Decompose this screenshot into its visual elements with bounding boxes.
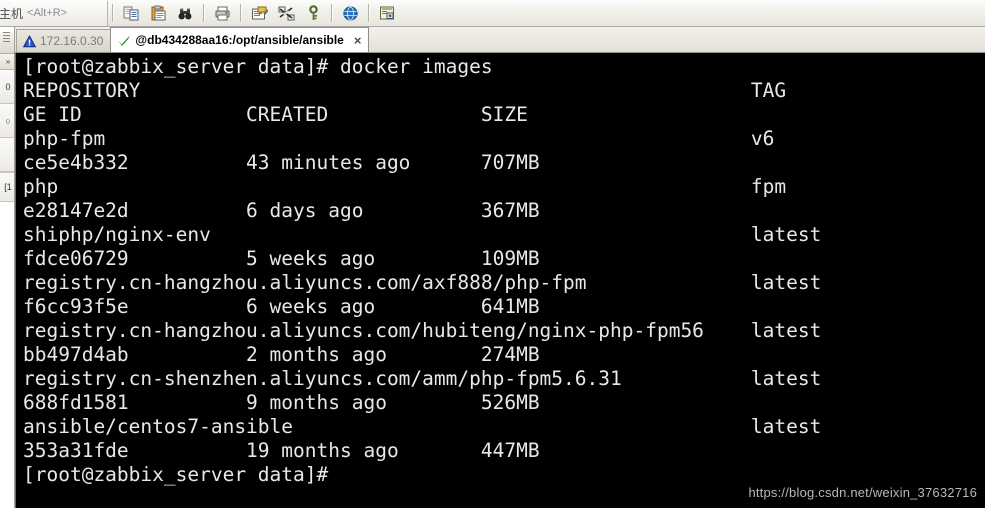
transfer-files-icon[interactable] — [274, 2, 299, 25]
log-session-icon[interactable] — [247, 2, 272, 25]
sidebar-item-command-history[interactable]: [1 — [0, 172, 14, 202]
green-check-icon — [117, 34, 131, 47]
terminal-line: shiphp/nginx-env latest — [23, 223, 822, 246]
terminal-line: GE ID CREATED SIZE — [23, 103, 528, 126]
window-layout-icon[interactable] — [375, 2, 400, 25]
sidebar-item-object-browser[interactable]: ○ — [0, 104, 14, 138]
toolbar-separator — [331, 4, 333, 22]
terminal-line: registry.cn-shenzhen.aliyuncs.com/amm/ph… — [23, 367, 822, 390]
terminal-line: f6cc93f5e 6 weeks ago 641MB — [23, 295, 540, 318]
toolbar-group-help — [337, 1, 364, 26]
paste-icon[interactable] — [146, 2, 171, 25]
print-icon[interactable] — [210, 2, 235, 25]
terminal-line: php-fpm v6 — [23, 127, 775, 150]
toolbar-separator — [112, 4, 114, 22]
terminal-line: 353a31fde 19 months ago 447MB — [23, 439, 540, 462]
main-toolbar: 主机 <Alt+R> — [0, 0, 985, 27]
toolbar-group-session — [246, 1, 327, 26]
sidebar-drag-grip[interactable] — [3, 32, 10, 43]
terminal-line: php fpm — [23, 175, 787, 198]
close-icon[interactable]: × — [354, 34, 362, 47]
terminal-line: ansible/centos7-ansible latest — [23, 415, 822, 438]
tab-db434288aa16[interactable]: @db434288aa16:/opt/ansible/ansible × — [110, 27, 370, 52]
sidebar-header — [0, 32, 14, 54]
key-icon[interactable] — [301, 2, 326, 25]
help-globe-icon[interactable] — [338, 2, 363, 25]
terminal-line: registry.cn-hangzhou.aliyuncs.com/hubite… — [23, 319, 822, 342]
toolbar-group-clipboard — [118, 1, 199, 26]
session-tab-bar: 172.16.0.30 @db434288aa16:/opt/ansible/a… — [15, 27, 985, 53]
watermark-text: https://blog.csdn.net/weixin_37632716 — [748, 485, 977, 500]
find-binoculars-icon[interactable] — [173, 2, 198, 25]
host-quick-connect[interactable]: 主机 <Alt+R> — [0, 0, 108, 26]
tab-172-16-0-30[interactable]: 172.16.0.30 — [16, 29, 112, 52]
host-shortcut-hint: <Alt+R> — [27, 7, 68, 19]
toolbar-separator — [368, 4, 370, 22]
toolbar-separator — [240, 4, 242, 22]
terminal-line: REPOSITORY TAG — [23, 79, 787, 102]
terminal-app-window: 主机 <Alt+R> » 0 ○ [1 172.16.0.30 @db43428… — [0, 0, 985, 508]
terminal-line: e28147e2d 6 days ago 367MB — [23, 199, 540, 222]
tab-label: 172.16.0.30 — [40, 34, 104, 48]
terminal-line: fdce06729 5 weeks ago 109MB — [23, 247, 540, 270]
left-sidebar: » 0 ○ [1 — [0, 27, 15, 508]
sidebar-expand-button[interactable]: » — [0, 54, 14, 70]
sidebar-item-label: 0 — [5, 81, 11, 92]
terminal-line: [root@zabbix_server data]# docker images — [23, 55, 493, 78]
sidebar-item-file-panel[interactable] — [0, 138, 14, 172]
toolbar-separator — [203, 4, 205, 22]
sidebar-item-label: ○ — [5, 115, 11, 126]
tab-label: @db434288aa16:/opt/ansible/ansible — [135, 33, 344, 47]
toolbar-group-print — [209, 1, 236, 26]
terminal-text: [root@zabbix_server data]# docker images… — [23, 55, 985, 508]
host-label: 主机 — [0, 6, 24, 21]
terminal-line: ce5e4b332 43 minutes ago 707MB — [23, 151, 540, 174]
terminal-line: [root@zabbix_server data]# — [23, 463, 329, 486]
terminal-line: bb497d4ab 2 months ago 274MB — [23, 343, 540, 366]
terminal-line: registry.cn-hangzhou.aliyuncs.com/axf888… — [23, 271, 822, 294]
toolbar-group-window — [374, 1, 401, 26]
sidebar-item-label: [1 — [4, 182, 12, 192]
warning-triangle-icon — [23, 34, 36, 48]
sidebar-item-session-manager[interactable]: 0 — [0, 70, 14, 104]
terminal-output-pane[interactable]: [root@zabbix_server data]# docker images… — [15, 53, 985, 508]
terminal-line: 688fd1581 9 months ago 526MB — [23, 391, 540, 414]
copy-paste-icon[interactable] — [119, 2, 144, 25]
